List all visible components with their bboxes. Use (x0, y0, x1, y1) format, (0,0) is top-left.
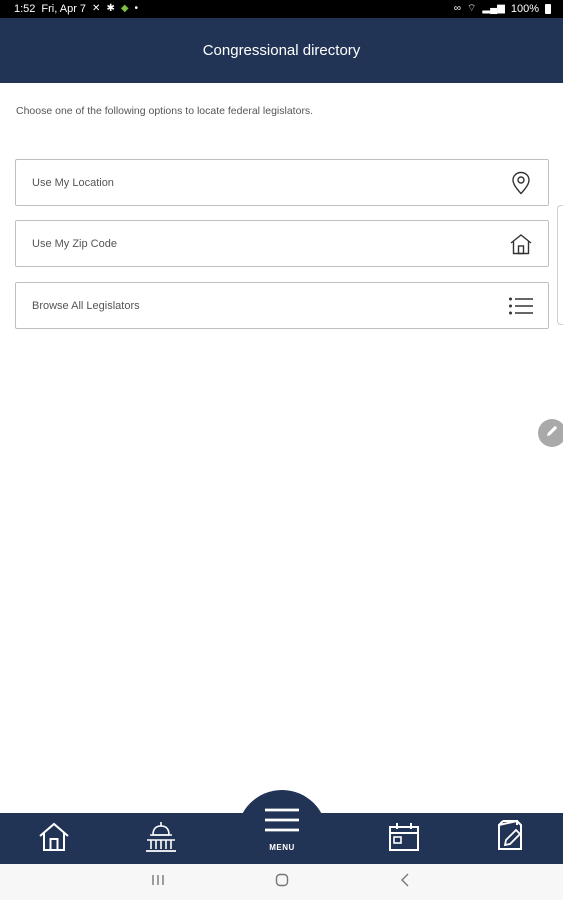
use-my-zip-code-button[interactable]: Use My Zip Code (15, 220, 549, 267)
android-icon: ◆ (120, 3, 129, 14)
pencil-icon (545, 424, 559, 443)
menu-label: MENU (269, 843, 295, 852)
home-system-button[interactable] (269, 864, 295, 900)
back-chevron-icon (400, 873, 410, 892)
page-title: Congressional directory (202, 42, 361, 59)
signal-icon: ▂▄▆ (482, 3, 505, 14)
back-system-button[interactable] (392, 864, 418, 900)
calendar-icon (388, 822, 420, 857)
nav-calendar-button[interactable] (384, 820, 424, 858)
recent-apps-button[interactable] (145, 864, 171, 900)
house-icon (508, 231, 534, 257)
intro-text: Choose one of the following options to l… (16, 105, 314, 117)
option-label: Use My Zip Code (32, 237, 117, 250)
use-my-location-button[interactable]: Use My Location (15, 159, 549, 206)
edit-floating-button[interactable] (538, 419, 563, 447)
menu-icon (263, 806, 301, 841)
home-circle-icon (275, 873, 289, 892)
status-right: ∞ ⌔ ▂▄▆ 100% (454, 3, 551, 15)
recent-apps-icon (151, 873, 165, 891)
status-time: 1:52 (14, 3, 36, 15)
battery-icon (545, 4, 551, 14)
location-pin-icon (508, 170, 534, 196)
document-edit-icon (495, 819, 525, 858)
list-icon (508, 293, 534, 319)
home-icon (38, 822, 70, 857)
browse-all-legislators-button[interactable]: Browse All Legislators (15, 282, 549, 329)
battery-percent: 100% (510, 3, 539, 15)
wifi-icon: ⌔ (466, 3, 477, 14)
status-bar: 1:52 Fri, Apr 7 ✕ ✱ ◆ • ∞ ⌔ ▂▄▆ 100% (0, 0, 563, 18)
nav-home-button[interactable] (34, 820, 74, 858)
option-label: Browse All Legislators (32, 299, 140, 312)
option-label: Use My Location (32, 176, 114, 189)
capitol-icon (144, 821, 178, 858)
status-left: 1:52 Fri, Apr 7 ✕ ✱ ◆ • (14, 3, 138, 15)
status-date: Fri, Apr 7 (41, 3, 87, 15)
settings-icon: ✱ (106, 3, 115, 14)
app-header: Congressional directory (0, 18, 563, 83)
more-dot-icon: • (134, 3, 139, 14)
nav-capitol-button[interactable] (140, 820, 182, 858)
menu-button[interactable]: MENU (252, 806, 312, 858)
nav-document-button[interactable] (490, 818, 530, 858)
missed-call-icon: ✕ (92, 3, 101, 14)
link-icon: ∞ (453, 3, 461, 14)
edge-panel-handle[interactable] (557, 205, 563, 325)
